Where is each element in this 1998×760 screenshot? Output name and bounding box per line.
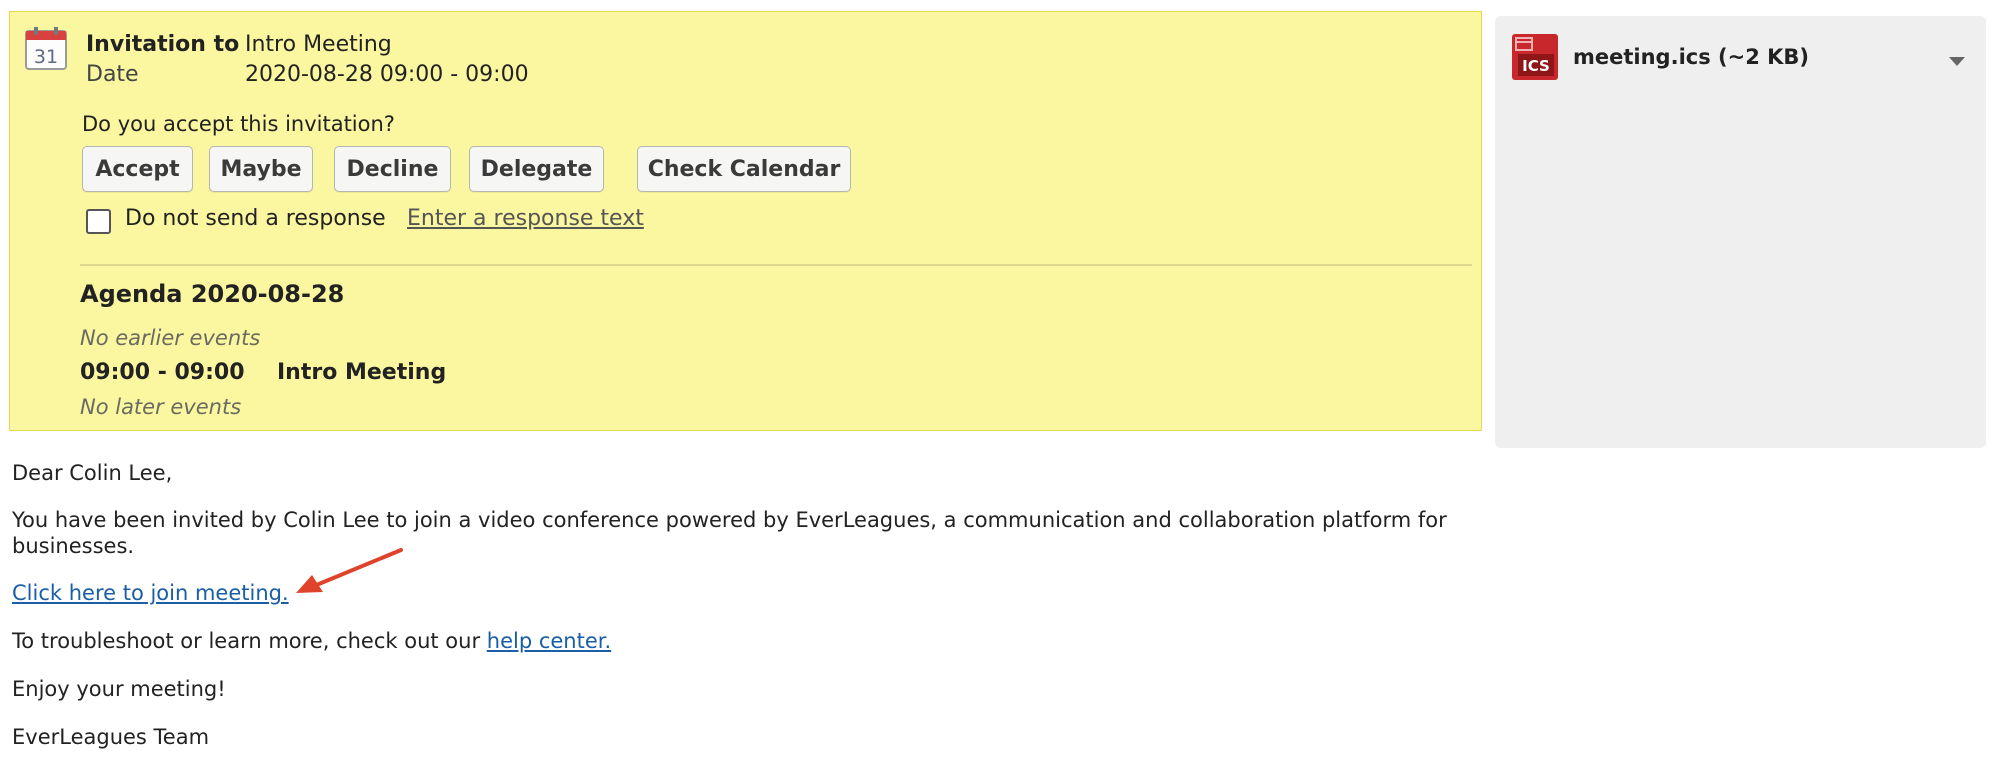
meeting-title: Intro Meeting [245, 32, 392, 57]
join-meeting-link-row: Click here to join meeting. [12, 580, 289, 606]
delegate-button[interactable]: Delegate [469, 146, 604, 192]
svg-text:ICS: ICS [1522, 57, 1550, 75]
troubleshoot-row: To troubleshoot or learn more, check out… [12, 628, 611, 654]
attachment-panel: ICS meeting.ics (~2 KB) [1495, 16, 1986, 448]
no-earlier-events: No earlier events [80, 326, 261, 350]
agenda-title: Agenda 2020-08-28 [80, 280, 345, 308]
no-response-label: Do not send a response [125, 206, 386, 231]
arrow-annotation [296, 548, 403, 593]
maybe-button[interactable]: Maybe [209, 146, 313, 192]
invitation-label: Invitation to [86, 32, 240, 57]
response-text-link[interactable]: Enter a response text [407, 206, 644, 231]
chevron-down-icon[interactable] [1949, 57, 1965, 66]
decline-button[interactable]: Decline [334, 146, 451, 192]
agenda-event-time: 09:00 - 09:00 [80, 360, 245, 385]
ics-file-icon[interactable]: ICS [1512, 34, 1558, 80]
svg-text:31: 31 [34, 46, 58, 68]
no-response-checkbox[interactable] [86, 209, 111, 234]
calendar-icon: 31 [25, 27, 67, 70]
date-label: Date [86, 62, 139, 87]
enjoy-text: Enjoy your meeting! [12, 677, 226, 701]
join-meeting-link[interactable]: Click here to join meeting. [12, 581, 289, 605]
accept-question: Do you accept this invitation? [82, 112, 395, 136]
invitation-panel: 31 Invitation to Intro Meeting Date 2020… [9, 11, 1482, 431]
check-calendar-button[interactable]: Check Calendar [637, 146, 851, 192]
accept-button[interactable]: Accept [82, 146, 193, 192]
help-center-link[interactable]: help center. [487, 629, 611, 653]
troubleshoot-text: To troubleshoot or learn more, check out… [12, 629, 487, 653]
no-later-events: No later events [80, 395, 242, 419]
greeting: Dear Colin Lee, [12, 461, 173, 485]
signature: EverLeagues Team [12, 725, 210, 749]
agenda-event-title: Intro Meeting [277, 360, 447, 385]
divider [80, 264, 1472, 266]
attachment-name[interactable]: meeting.ics (~2 KB) [1573, 45, 1809, 69]
date-value: 2020-08-28 09:00 - 09:00 [245, 62, 529, 87]
invite-paragraph: You have been invited by Colin Lee to jo… [12, 508, 1447, 558]
